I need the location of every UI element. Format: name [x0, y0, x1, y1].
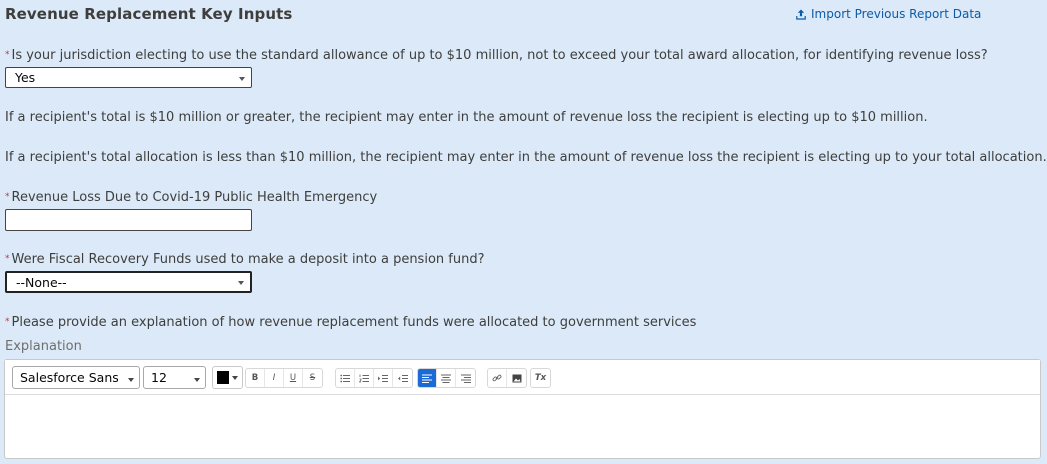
font-family-value: Salesforce Sans [20, 370, 119, 385]
pension-deposit-select[interactable]: --None-- [5, 271, 252, 293]
import-link-label: Import Previous Report Data [811, 7, 982, 21]
standard-allowance-select[interactable]: Yes [5, 67, 252, 88]
align-right-button[interactable] [456, 369, 475, 387]
pension-deposit-label: Were Fiscal Recovery Funds used to make … [11, 252, 485, 267]
standard-allowance-label: Is your jurisdiction electing to use the… [11, 48, 988, 63]
clear-formatting-button[interactable]: Tx [531, 369, 550, 387]
required-marker: * [5, 192, 10, 202]
indent-icon [378, 374, 388, 382]
page-title: Revenue Replacement Key Inputs [5, 5, 293, 23]
numbered-list-button[interactable] [355, 369, 374, 387]
align-right-icon [460, 374, 471, 383]
color-swatch-icon [217, 371, 229, 384]
text-color-button[interactable] [212, 366, 243, 389]
required-marker: * [5, 50, 10, 60]
font-size-select[interactable]: 12 [143, 366, 206, 389]
bulleted-list-button[interactable] [336, 369, 355, 387]
italic-button[interactable]: I [265, 369, 284, 387]
align-center-button[interactable] [437, 369, 456, 387]
required-marker: * [5, 254, 10, 264]
list-button-group [335, 368, 413, 388]
required-marker: * [5, 317, 10, 327]
numbered-list-icon [359, 374, 369, 382]
bulleted-list-icon [340, 374, 350, 382]
insert-image-button[interactable] [507, 369, 526, 387]
pension-deposit-question: * Were Fiscal Recovery Funds used to make… [5, 252, 484, 267]
align-left-icon [422, 374, 432, 383]
outdent-icon [397, 374, 408, 382]
editor-toolbar: Salesforce Sans 12 B I U S Tx [5, 360, 1040, 395]
explanation-question: * Please provide an explanation of how re… [5, 315, 696, 330]
chevron-down-icon [194, 377, 200, 382]
info-paragraph-1: If a recipient's total is $10 million or… [5, 110, 928, 125]
outdent-button[interactable] [393, 369, 412, 387]
font-family-select[interactable]: Salesforce Sans [12, 366, 140, 389]
underline-button[interactable]: U [284, 369, 303, 387]
chevron-down-icon [238, 281, 244, 285]
explanation-sublabel: Explanation [5, 339, 82, 354]
indent-button[interactable] [374, 369, 393, 387]
bold-button[interactable]: B [246, 369, 265, 387]
explanation-rich-text-editor: Salesforce Sans 12 B I U S Tx [4, 359, 1041, 459]
standard-allowance-value: Yes [15, 70, 36, 85]
strikethrough-button[interactable]: S [303, 369, 322, 387]
link-button[interactable] [488, 369, 507, 387]
standard-allowance-question: * Is your jurisdiction electing to use th… [5, 48, 988, 63]
insert-button-group [487, 368, 527, 388]
format-button-group: B I U S [245, 368, 323, 388]
chevron-down-icon [239, 76, 245, 81]
align-left-button[interactable] [418, 369, 437, 387]
font-size-value: 12 [151, 370, 167, 385]
info-paragraph-2: If a recipient's total allocation is les… [5, 150, 1047, 165]
revenue-loss-question: * Revenue Loss Due to Covid-19 Public Hea… [5, 190, 377, 205]
editor-content-area[interactable] [5, 395, 1040, 458]
align-center-icon [441, 374, 451, 383]
align-button-group [417, 368, 476, 388]
pension-deposit-value: --None-- [16, 274, 67, 290]
import-previous-report-link[interactable]: Import Previous Report Data [796, 7, 981, 21]
clear-format-group: Tx [530, 368, 551, 388]
revenue-loss-input[interactable] [5, 209, 252, 231]
link-icon [492, 374, 502, 382]
chevron-down-icon [128, 377, 134, 382]
chevron-down-icon [232, 376, 238, 380]
revenue-loss-label: Revenue Loss Due to Covid-19 Public Heal… [11, 190, 378, 205]
explanation-question-label: Please provide an explanation of how rev… [11, 315, 697, 330]
upload-icon [796, 9, 806, 20]
image-icon [512, 374, 521, 382]
